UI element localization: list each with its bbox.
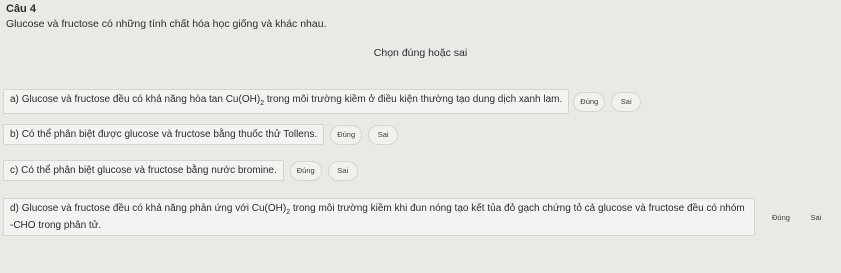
statement-c-text: c) Có thể phân biệt glucose và fructose …	[3, 160, 284, 181]
statement-text: Glucose và fructose đều có khả năng phản…	[21, 203, 287, 214]
statement-a-text: a) Glucose và fructose đều có khả năng h…	[3, 89, 570, 114]
statement-label: a)	[10, 94, 19, 105]
true-option-b[interactable]: Đúng	[330, 124, 363, 145]
false-option-d[interactable]: Sai	[801, 207, 831, 227]
question-description: Glucose và fructose có những tính chất h…	[6, 18, 327, 30]
true-option-a[interactable]: Đúng	[573, 91, 606, 112]
statement-text: Có thể phân biệt được glucose và fructos…	[21, 129, 318, 140]
statement-d-text: d) Glucose và fructose đều có khả năng p…	[3, 198, 755, 236]
statement-text: trong môi trường kiềm ở điều kiện thường…	[264, 94, 563, 105]
statement-a: a) Glucose và fructose đều có khả năng h…	[0, 89, 642, 114]
statement-label: b)	[10, 129, 19, 140]
statement-text: Có thể phân biệt glucose và fructose bằn…	[21, 165, 277, 176]
statement-text: Glucose và fructose đều có khả năng hòa …	[21, 94, 261, 105]
statement-c: c) Có thể phân biệt glucose và fructose …	[0, 160, 358, 181]
instruction-text: Chọn đúng hoặc sai	[373, 47, 468, 59]
false-option-c[interactable]: Sai	[327, 160, 358, 181]
statement-label: d)	[10, 203, 19, 214]
question-title: Câu 4	[6, 3, 36, 15]
statement-b: b) Có thể phân biệt được glucose và fruc…	[0, 124, 399, 145]
statement-b-text: b) Có thể phân biệt được glucose và fruc…	[3, 124, 325, 145]
true-option-d[interactable]: Đúng	[765, 207, 797, 227]
false-option-b[interactable]: Sai	[368, 124, 399, 145]
statement-label: c)	[10, 165, 19, 176]
statement-d: d) Glucose và fructose đều có khả năng p…	[0, 198, 831, 236]
true-option-c[interactable]: Đúng	[289, 160, 322, 181]
false-option-a[interactable]: Sai	[611, 91, 642, 112]
